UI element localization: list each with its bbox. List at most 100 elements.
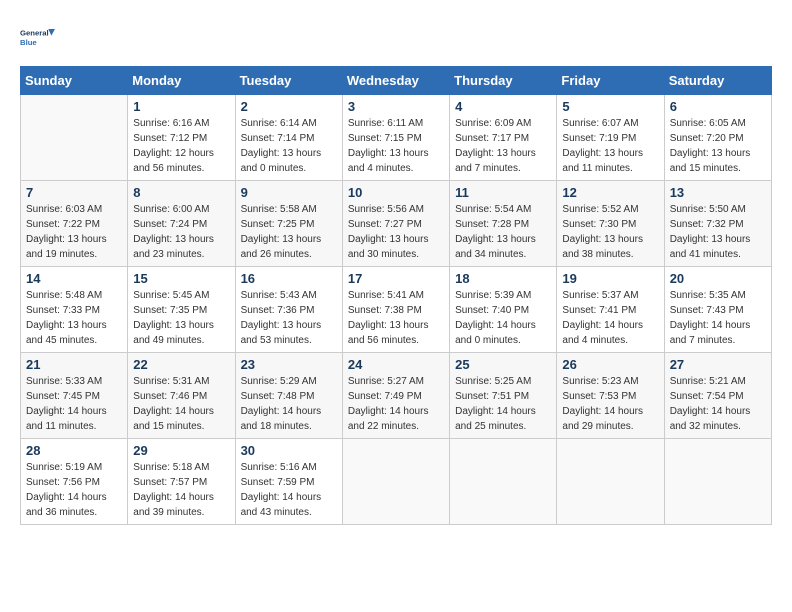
day-info: Sunrise: 5:25 AM Sunset: 7:51 PM Dayligh… <box>455 374 551 434</box>
day-number: 13 <box>670 185 766 200</box>
calendar-cell: 15 Sunrise: 5:45 AM Sunset: 7:35 PM Dayli… <box>128 267 235 353</box>
day-number: 5 <box>562 99 658 114</box>
day-info: Sunrise: 5:50 AM Sunset: 7:32 PM Dayligh… <box>670 202 766 262</box>
col-header-wednesday: Wednesday <box>342 67 449 95</box>
calendar-cell: 19 Sunrise: 5:37 AM Sunset: 7:41 PM Dayli… <box>557 267 664 353</box>
calendar-cell: 6 Sunrise: 6:05 AM Sunset: 7:20 PM Daylig… <box>664 95 771 181</box>
day-number: 15 <box>133 271 229 286</box>
day-number: 21 <box>26 357 122 372</box>
day-number: 14 <box>26 271 122 286</box>
day-number: 4 <box>455 99 551 114</box>
day-info: Sunrise: 5:29 AM Sunset: 7:48 PM Dayligh… <box>241 374 337 434</box>
calendar-cell: 18 Sunrise: 5:39 AM Sunset: 7:40 PM Dayli… <box>450 267 557 353</box>
col-header-friday: Friday <box>557 67 664 95</box>
day-info: Sunrise: 5:31 AM Sunset: 7:46 PM Dayligh… <box>133 374 229 434</box>
day-info: Sunrise: 6:09 AM Sunset: 7:17 PM Dayligh… <box>455 116 551 176</box>
day-number: 17 <box>348 271 444 286</box>
day-number: 12 <box>562 185 658 200</box>
calendar-cell: 16 Sunrise: 5:43 AM Sunset: 7:36 PM Dayli… <box>235 267 342 353</box>
day-number: 2 <box>241 99 337 114</box>
day-info: Sunrise: 5:45 AM Sunset: 7:35 PM Dayligh… <box>133 288 229 348</box>
day-info: Sunrise: 6:07 AM Sunset: 7:19 PM Dayligh… <box>562 116 658 176</box>
calendar-cell: 28 Sunrise: 5:19 AM Sunset: 7:56 PM Dayli… <box>21 439 128 525</box>
day-number: 18 <box>455 271 551 286</box>
day-number: 3 <box>348 99 444 114</box>
calendar-cell <box>664 439 771 525</box>
col-header-sunday: Sunday <box>21 67 128 95</box>
calendar-cell: 30 Sunrise: 5:16 AM Sunset: 7:59 PM Dayli… <box>235 439 342 525</box>
calendar-cell: 2Sunrise: 6:14 AM Sunset: 7:14 PM Daylig… <box>235 95 342 181</box>
col-header-saturday: Saturday <box>664 67 771 95</box>
day-info: Sunrise: 6:05 AM Sunset: 7:20 PM Dayligh… <box>670 116 766 176</box>
calendar-cell: 7Sunrise: 6:03 AM Sunset: 7:22 PM Daylig… <box>21 181 128 267</box>
day-info: Sunrise: 5:19 AM Sunset: 7:56 PM Dayligh… <box>26 460 122 520</box>
day-number: 11 <box>455 185 551 200</box>
day-number: 19 <box>562 271 658 286</box>
day-number: 26 <box>562 357 658 372</box>
week-row-1: 1 Sunrise: 6:16 AM Sunset: 7:12 PM Daylig… <box>21 95 772 181</box>
day-info: Sunrise: 5:58 AM Sunset: 7:25 PM Dayligh… <box>241 202 337 262</box>
day-info: Sunrise: 6:16 AM Sunset: 7:12 PM Dayligh… <box>133 116 229 176</box>
calendar-cell <box>342 439 449 525</box>
logo-icon: GeneralBlue <box>20 20 56 56</box>
day-info: Sunrise: 5:39 AM Sunset: 7:40 PM Dayligh… <box>455 288 551 348</box>
calendar-cell: 23 Sunrise: 5:29 AM Sunset: 7:48 PM Dayli… <box>235 353 342 439</box>
page-header: GeneralBlue <box>20 20 772 56</box>
day-number: 7 <box>26 185 122 200</box>
day-number: 8 <box>133 185 229 200</box>
day-number: 22 <box>133 357 229 372</box>
calendar-cell <box>450 439 557 525</box>
week-row-5: 28 Sunrise: 5:19 AM Sunset: 7:56 PM Dayli… <box>21 439 772 525</box>
day-info: Sunrise: 6:11 AM Sunset: 7:15 PM Dayligh… <box>348 116 444 176</box>
col-header-thursday: Thursday <box>450 67 557 95</box>
calendar-cell: 22 Sunrise: 5:31 AM Sunset: 7:46 PM Dayli… <box>128 353 235 439</box>
day-info: Sunrise: 5:52 AM Sunset: 7:30 PM Dayligh… <box>562 202 658 262</box>
day-number: 16 <box>241 271 337 286</box>
calendar-cell: 14 Sunrise: 5:48 AM Sunset: 7:33 PM Dayli… <box>21 267 128 353</box>
calendar-cell: 12 Sunrise: 5:52 AM Sunset: 7:30 PM Dayli… <box>557 181 664 267</box>
svg-text:Blue: Blue <box>20 38 37 47</box>
calendar-cell: 10 Sunrise: 5:56 AM Sunset: 7:27 PM Dayli… <box>342 181 449 267</box>
calendar-cell: 1 Sunrise: 6:16 AM Sunset: 7:12 PM Daylig… <box>128 95 235 181</box>
day-number: 28 <box>26 443 122 458</box>
day-number: 25 <box>455 357 551 372</box>
day-info: Sunrise: 5:21 AM Sunset: 7:54 PM Dayligh… <box>670 374 766 434</box>
day-info: Sunrise: 5:16 AM Sunset: 7:59 PM Dayligh… <box>241 460 337 520</box>
svg-text:General: General <box>20 29 49 38</box>
calendar-cell: 17 Sunrise: 5:41 AM Sunset: 7:38 PM Dayli… <box>342 267 449 353</box>
calendar-cell: 8 Sunrise: 6:00 AM Sunset: 7:24 PM Daylig… <box>128 181 235 267</box>
day-info: Sunrise: 5:33 AM Sunset: 7:45 PM Dayligh… <box>26 374 122 434</box>
day-info: Sunrise: 5:35 AM Sunset: 7:43 PM Dayligh… <box>670 288 766 348</box>
day-info: Sunrise: 5:48 AM Sunset: 7:33 PM Dayligh… <box>26 288 122 348</box>
day-number: 6 <box>670 99 766 114</box>
calendar-cell: 24Sunrise: 5:27 AM Sunset: 7:49 PM Dayli… <box>342 353 449 439</box>
calendar-cell: 5 Sunrise: 6:07 AM Sunset: 7:19 PM Daylig… <box>557 95 664 181</box>
calendar-cell <box>557 439 664 525</box>
day-number: 27 <box>670 357 766 372</box>
calendar-cell: 3 Sunrise: 6:11 AM Sunset: 7:15 PM Daylig… <box>342 95 449 181</box>
day-number: 10 <box>348 185 444 200</box>
day-number: 20 <box>670 271 766 286</box>
day-info: Sunrise: 5:43 AM Sunset: 7:36 PM Dayligh… <box>241 288 337 348</box>
calendar-cell: 11 Sunrise: 5:54 AM Sunset: 7:28 PM Dayli… <box>450 181 557 267</box>
logo: GeneralBlue <box>20 20 60 56</box>
day-info: Sunrise: 5:27 AM Sunset: 7:49 PM Dayligh… <box>348 374 444 434</box>
day-info: Sunrise: 5:41 AM Sunset: 7:38 PM Dayligh… <box>348 288 444 348</box>
day-info: Sunrise: 5:37 AM Sunset: 7:41 PM Dayligh… <box>562 288 658 348</box>
calendar-cell: 26 Sunrise: 5:23 AM Sunset: 7:53 PM Dayli… <box>557 353 664 439</box>
calendar-cell: 13 Sunrise: 5:50 AM Sunset: 7:32 PM Dayli… <box>664 181 771 267</box>
day-number: 30 <box>241 443 337 458</box>
day-info: Sunrise: 5:54 AM Sunset: 7:28 PM Dayligh… <box>455 202 551 262</box>
week-row-2: 7Sunrise: 6:03 AM Sunset: 7:22 PM Daylig… <box>21 181 772 267</box>
col-header-monday: Monday <box>128 67 235 95</box>
calendar-cell: 9Sunrise: 5:58 AM Sunset: 7:25 PM Daylig… <box>235 181 342 267</box>
calendar-cell: 21 Sunrise: 5:33 AM Sunset: 7:45 PM Dayli… <box>21 353 128 439</box>
day-number: 1 <box>133 99 229 114</box>
header-row: SundayMondayTuesdayWednesdayThursdayFrid… <box>21 67 772 95</box>
day-number: 23 <box>241 357 337 372</box>
day-info: Sunrise: 5:56 AM Sunset: 7:27 PM Dayligh… <box>348 202 444 262</box>
day-info: Sunrise: 5:23 AM Sunset: 7:53 PM Dayligh… <box>562 374 658 434</box>
day-info: Sunrise: 6:00 AM Sunset: 7:24 PM Dayligh… <box>133 202 229 262</box>
col-header-tuesday: Tuesday <box>235 67 342 95</box>
week-row-3: 14 Sunrise: 5:48 AM Sunset: 7:33 PM Dayli… <box>21 267 772 353</box>
